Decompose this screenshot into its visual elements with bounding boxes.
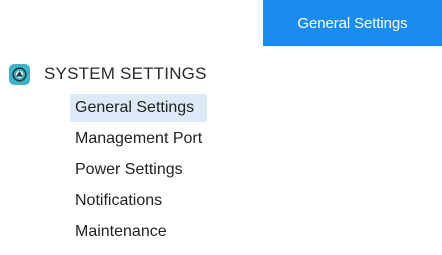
sidebar-item-power-settings[interactable]: Power Settings xyxy=(70,156,207,184)
system-settings-section-header[interactable]: SYSTEM SETTINGS xyxy=(9,62,207,86)
settings-menu: General Settings Management Port Power S… xyxy=(70,94,208,249)
system-settings-icon xyxy=(9,63,30,85)
active-page-tab[interactable]: General Settings xyxy=(263,0,442,46)
settings-page: General Settings SYSTEM SETTINGS General… xyxy=(0,0,442,255)
sidebar-item-notifications[interactable]: Notifications xyxy=(70,187,207,215)
sidebar-item-general-settings[interactable]: General Settings xyxy=(70,94,208,122)
sidebar-item-maintenance[interactable]: Maintenance xyxy=(70,218,207,246)
sidebar-item-management-port[interactable]: Management Port xyxy=(70,125,207,153)
section-title: SYSTEM SETTINGS xyxy=(44,64,207,83)
